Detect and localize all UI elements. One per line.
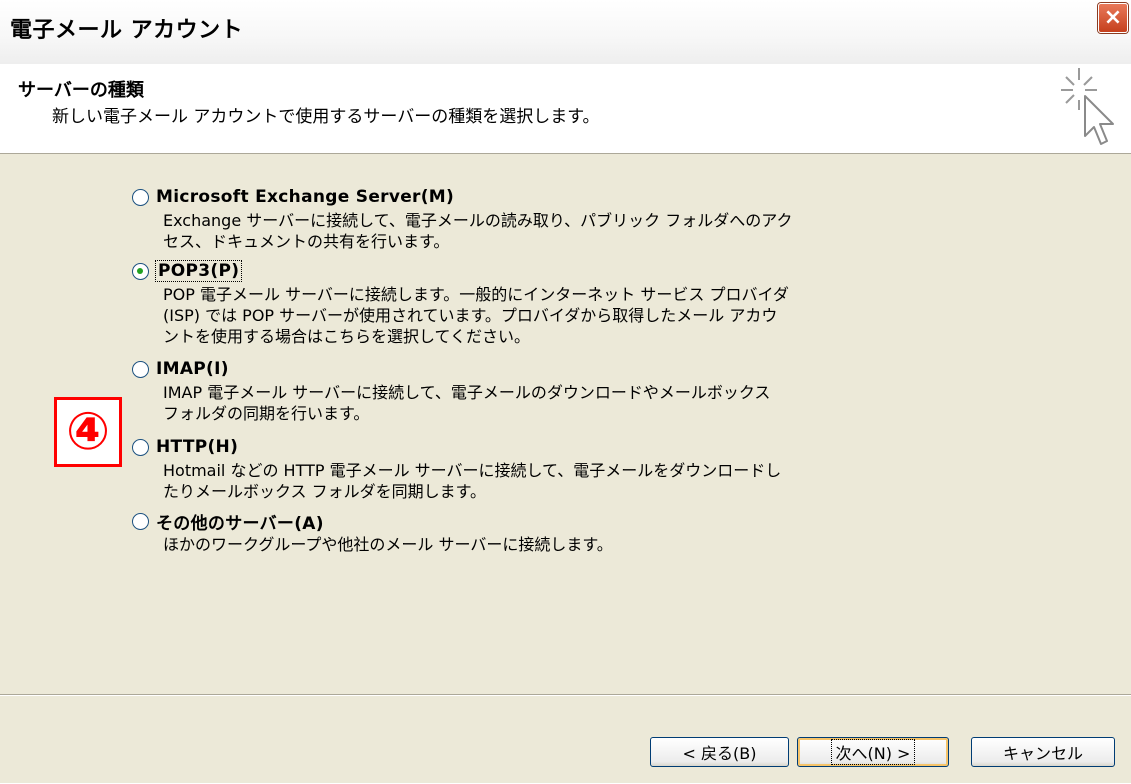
exchange-label[interactable]: Microsoft Exchange Server(M): [156, 187, 454, 207]
exchange-radio[interactable]: [132, 188, 149, 206]
page-subtitle: 新しい電子メール アカウントで使用するサーバーの種類を選択します。: [52, 107, 600, 127]
page-title: サーバーの種類: [18, 80, 144, 101]
next-button[interactable]: 次へ(N) >: [797, 737, 949, 767]
back-button-label: < 戻る(B): [682, 744, 757, 763]
server-type-options: Microsoft Exchange Server(M) Exchange サー…: [0, 154, 1131, 694]
cancel-button-label: キャンセル: [1002, 744, 1083, 763]
http-description: Hotmail などの HTTP 電子メール サーバーに接続して、電子メールをダ…: [163, 461, 782, 501]
pop3-radio[interactable]: [132, 262, 149, 280]
option-http[interactable]: HTTP(H) Hotmail などの HTTP 電子メール サーバーに接続して…: [132, 434, 833, 502]
cancel-button[interactable]: キャンセル: [971, 737, 1115, 767]
sparkle-cursor-icon: [1061, 68, 1114, 145]
button-bar: < 戻る(B) 次へ(N) > キャンセル: [0, 694, 1131, 784]
exchange-description: Exchange サーバーに接続して、電子メールの読み取り、パブリック フォルダ…: [163, 211, 793, 251]
imap-label[interactable]: IMAP(I): [156, 359, 229, 379]
other-server-description: ほかのワークグループや他社のメール サーバーに接続します。: [163, 535, 613, 554]
http-radio[interactable]: [132, 438, 149, 456]
other-server-radio[interactable]: [132, 512, 149, 530]
step-badge: ④: [54, 397, 122, 467]
option-exchange[interactable]: Microsoft Exchange Server(M) Exchange サー…: [132, 184, 833, 252]
pop3-description: POP 電子メール サーバーに接続します。一般的にインターネット サービス プロ…: [163, 285, 789, 346]
option-imap[interactable]: IMAP(I) IMAP 電子メール サーバーに接続して、電子メールのダウンロー…: [132, 356, 833, 424]
http-label[interactable]: HTTP(H): [156, 437, 238, 457]
wizard-header: サーバーの種類 新しい電子メール アカウントで使用するサーバーの種類を選択します…: [0, 64, 1131, 154]
next-button-label: 次へ(N) >: [830, 739, 916, 765]
back-button[interactable]: < 戻る(B): [650, 737, 789, 767]
imap-radio[interactable]: [132, 360, 149, 378]
email-account-dialog: 電子メール アカウント × サーバーの種類 新しい電子メール アカウントで使用す…: [0, 0, 1131, 783]
pop3-label[interactable]: POP3(P): [154, 260, 243, 282]
option-other-server[interactable]: その他のサーバー(A) ほかのワークグループや他社のメール サーバーに接続します…: [132, 508, 833, 555]
title-bar[interactable]: 電子メール アカウント ×: [0, 0, 1131, 65]
window-title: 電子メール アカウント: [10, 18, 244, 43]
close-icon[interactable]: ×: [1098, 3, 1128, 33]
imap-description: IMAP 電子メール サーバーに接続して、電子メールのダウンロードやメールボック…: [163, 383, 771, 423]
option-pop3[interactable]: POP3(P) POP 電子メール サーバーに接続します。一般的にインターネット…: [132, 258, 833, 347]
other-server-label[interactable]: その他のサーバー(A): [156, 509, 324, 534]
